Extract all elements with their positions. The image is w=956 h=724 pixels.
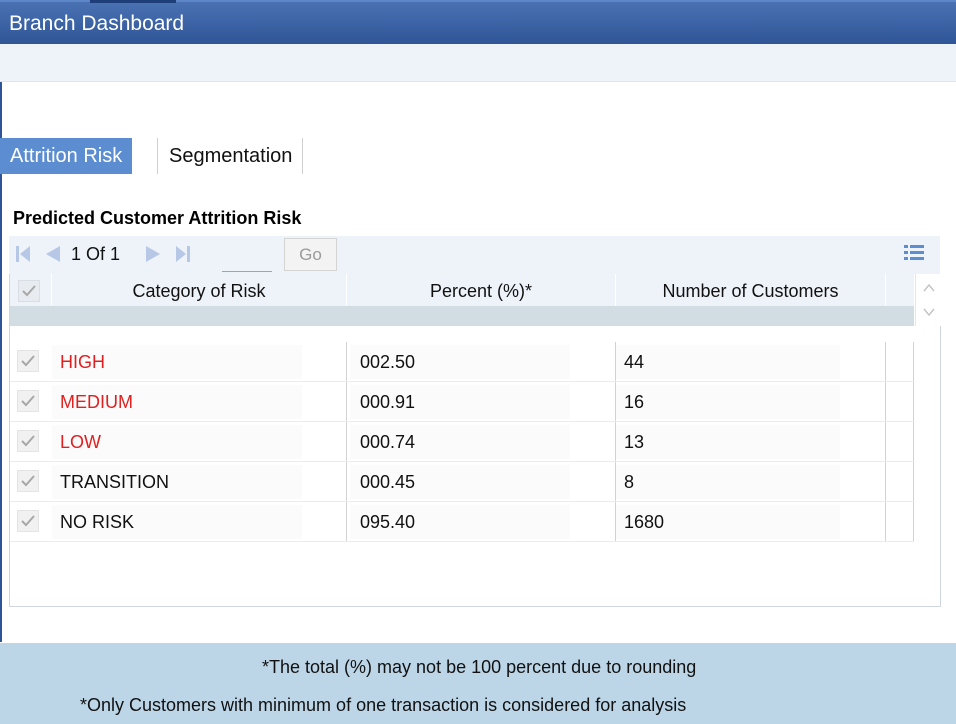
customers-cell: 8	[616, 465, 840, 499]
grid-pager: 1 Of 1 Go	[9, 236, 940, 274]
grid-filter-bar	[10, 306, 914, 326]
table-row[interactable]: HIGH 002.50 44	[10, 342, 914, 382]
customers-cell: 44	[616, 345, 840, 379]
column-header-category[interactable]: Category of Risk	[52, 274, 347, 306]
category-cell: TRANSITION	[52, 465, 302, 499]
customers-cell: 16	[616, 385, 840, 419]
percent-cell: 000.74	[350, 425, 570, 459]
category-cell: HIGH	[52, 345, 302, 379]
section-title: Predicted Customer Attrition Risk	[13, 208, 302, 228]
page-number-input[interactable]	[222, 240, 272, 272]
row-checkbox[interactable]	[17, 470, 39, 492]
header-scrollbar[interactable]	[915, 274, 941, 326]
select-all-checkbox[interactable]	[18, 280, 40, 302]
row-checkbox[interactable]	[17, 430, 39, 452]
first-page-icon[interactable]	[16, 246, 30, 262]
customers-cell: 1680	[616, 505, 840, 539]
page-indicator: 1 Of 1	[71, 244, 121, 264]
row-checkbox[interactable]	[17, 510, 39, 532]
table-row[interactable]: LOW 000.74 13	[10, 422, 914, 462]
percent-cell: 095.40	[350, 505, 570, 539]
toolbar-strip	[0, 44, 956, 82]
title-accent	[90, 0, 176, 3]
table-row[interactable]: NO RISK 095.40 1680	[10, 502, 914, 542]
percent-cell: 002.50	[350, 345, 570, 379]
window-title: Branch Dashboard	[9, 12, 185, 35]
previous-page-icon[interactable]	[44, 246, 60, 262]
footer-notes: *The total (%) may not be 100 percent du…	[0, 643, 956, 724]
transaction-note: *Only Customers with minimum of one tran…	[80, 695, 687, 715]
table-row[interactable]: TRANSITION 000.45 8	[10, 462, 914, 502]
percent-cell: 000.91	[350, 385, 570, 419]
tab-attrition-risk[interactable]: Attrition Risk	[0, 138, 132, 174]
go-button[interactable]: Go	[284, 238, 337, 271]
rounding-note: *The total (%) may not be 100 percent du…	[262, 657, 697, 677]
next-page-icon[interactable]	[146, 246, 162, 262]
grid-header: Category of Risk Percent (%)* Number of …	[10, 274, 914, 306]
last-page-icon[interactable]	[176, 246, 190, 262]
table-row[interactable]: MEDIUM 000.91 16	[10, 382, 914, 422]
column-header-percent[interactable]: Percent (%)*	[347, 274, 616, 306]
percent-cell: 000.45	[350, 465, 570, 499]
attrition-risk-grid: Category of Risk Percent (%)* Number of …	[9, 274, 941, 607]
column-header-customers[interactable]: Number of Customers	[616, 274, 886, 306]
customers-cell: 13	[616, 425, 840, 459]
scroll-down-icon[interactable]	[923, 306, 935, 318]
list-icon[interactable]	[904, 244, 924, 267]
row-checkbox[interactable]	[17, 390, 39, 412]
select-all-cell	[10, 274, 52, 306]
category-cell: MEDIUM	[52, 385, 302, 419]
window-title-bar: Branch Dashboard	[0, 0, 956, 44]
tab-segmentation[interactable]: Segmentation	[157, 138, 303, 174]
category-cell: NO RISK	[52, 505, 302, 539]
category-cell: LOW	[52, 425, 302, 459]
scroll-up-icon[interactable]	[923, 282, 935, 294]
row-checkbox[interactable]	[17, 350, 39, 372]
